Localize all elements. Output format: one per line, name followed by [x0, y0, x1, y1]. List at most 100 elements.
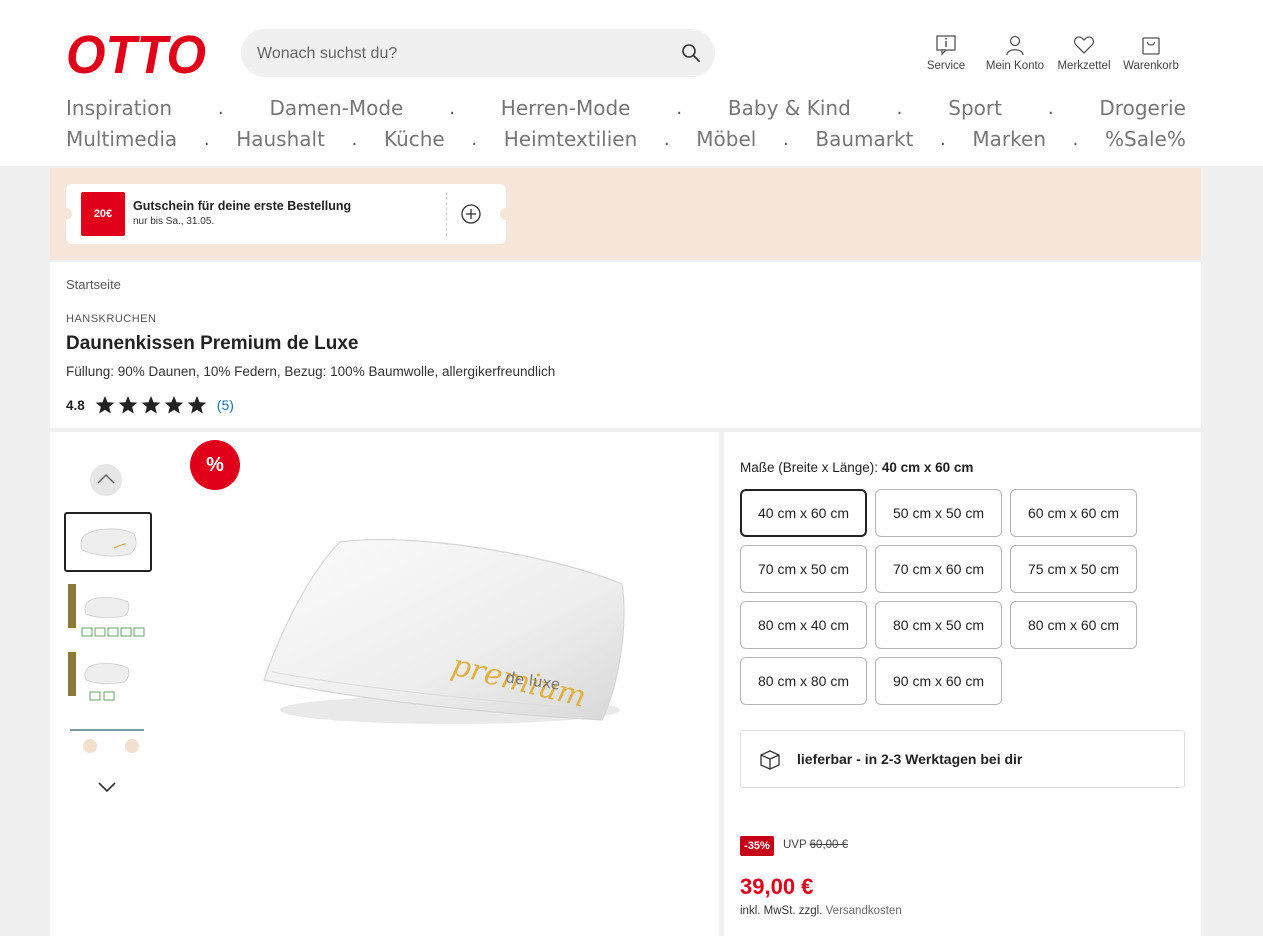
size-option[interactable]: 70 cm x 50 cm: [740, 545, 867, 593]
size-option[interactable]: 40 cm x 60 cm: [740, 489, 867, 537]
size-selector-label: Maße (Breite x Länge): 40 cm x 60 cm: [740, 460, 973, 475]
thumbnail-2[interactable]: [64, 584, 152, 644]
account-label: Mein Konto: [985, 60, 1045, 72]
thumbnail-4[interactable]: [64, 724, 152, 754]
main-nav-row-1: Inspiration . Damen-Mode . Herren-Mode .…: [66, 93, 1186, 123]
nav-separator: .: [663, 128, 670, 150]
voucher-card[interactable]: 20€ Gutschein für deine erste Bestellung…: [60, 184, 512, 244]
tax-info: inkl. MwSt. zzgl. Versandkosten: [740, 905, 902, 917]
nav-item-marken[interactable]: Marken: [972, 127, 1046, 151]
package-icon: [760, 750, 780, 770]
plus-circle-icon[interactable]: [461, 204, 481, 224]
size-option[interactable]: 80 cm x 40 cm: [740, 601, 867, 649]
voucher-validity: nur bis Sa., 31.05.: [133, 216, 215, 227]
voucher-banner: 20€ Gutschein für deine erste Bestellung…: [50, 168, 1201, 260]
delivery-text: lieferbar - in 2-3 Werktagen bei dir: [797, 751, 1023, 767]
pillow-main-image[interactable]: premium de luxe: [250, 532, 630, 732]
product-brand[interactable]: HANSKRUCHEN: [66, 313, 156, 325]
size-label-text: Maße (Breite x Länge):: [740, 460, 879, 475]
nav-item-haushalt[interactable]: Haushalt: [236, 127, 325, 151]
product-header: Startseite HANSKRUCHEN Daunenkissen Prem…: [50, 262, 1201, 428]
product-subtitle: Füllung: 90% Daunen, 10% Federn, Bezug: …: [66, 364, 556, 379]
buy-box: Maße (Breite x Länge): 40 cm x 60 cm 40 …: [724, 432, 1201, 936]
uvp-value: 60,00 €: [809, 839, 849, 851]
nav-item-heimtextilien[interactable]: Heimtextilien: [504, 127, 638, 151]
svg-text:OTTO: OTTO: [66, 28, 206, 78]
site-header: OTTO Service Mein Konto: [0, 0, 1263, 166]
thumbnail-3[interactable]: [64, 652, 152, 712]
nav-item-drogerie[interactable]: Drogerie: [1099, 96, 1186, 120]
star-icon: [187, 396, 207, 414]
search-icon[interactable]: [681, 43, 701, 63]
pillow-thumbnail-image: [80, 528, 137, 557]
wishlist-button[interactable]: Merkzettel: [1051, 34, 1117, 72]
breadcrumb-home[interactable]: Startseite: [66, 277, 121, 292]
current-price: 39,00 €: [740, 874, 814, 899]
nav-separator: .: [217, 97, 224, 119]
size-option[interactable]: 80 cm x 50 cm: [875, 601, 1002, 649]
voucher-amount-badge: 20€: [81, 192, 125, 236]
nav-item-sport[interactable]: Sport: [948, 96, 1002, 120]
pillow-info-thumbnail-image: [68, 584, 145, 637]
nav-item-damen-mode[interactable]: Damen-Mode: [270, 96, 404, 120]
size-option[interactable]: 75 cm x 50 cm: [1010, 545, 1137, 593]
wishlist-label: Merkzettel: [1057, 60, 1111, 72]
thumbnail-1[interactable]: [64, 512, 152, 572]
star-icon: [164, 396, 184, 414]
header-actions: Service Mein Konto Merkzettel Warenkorb: [920, 34, 1190, 74]
chevron-down-icon[interactable]: [96, 776, 118, 798]
main-nav-row-2: Multimedia . Haushalt . Küche . Heimtext…: [66, 124, 1186, 154]
nav-item-sale[interactable]: %Sale%: [1105, 127, 1186, 151]
nav-item-kueche[interactable]: Küche: [384, 127, 445, 151]
search-bar: [241, 29, 715, 77]
nav-separator: .: [940, 128, 946, 150]
nav-separator: .: [203, 128, 210, 150]
nav-item-baby-kind[interactable]: Baby & Kind: [728, 96, 851, 120]
product-gallery: % premium de luxe: [50, 432, 719, 936]
size-selected-value: 40 cm x 60 cm: [881, 460, 974, 475]
delivery-info: lieferbar - in 2-3 Werktagen bei dir: [740, 730, 1185, 788]
uvp-price: UVP 60,00 €: [783, 839, 848, 851]
account-button[interactable]: Mein Konto: [982, 34, 1048, 72]
nav-separator: .: [676, 97, 683, 119]
sale-badge: %: [190, 440, 240, 490]
rating-count-link[interactable]: (5): [217, 397, 234, 413]
voucher-title: Gutschein für deine erste Bestellung: [133, 199, 352, 213]
size-option[interactable]: 50 cm x 50 cm: [875, 489, 1002, 537]
shipping-costs-link[interactable]: Versandkosten: [826, 905, 902, 917]
account-icon: [1006, 35, 1024, 56]
nav-item-herren-mode[interactable]: Herren-Mode: [501, 96, 631, 120]
cart-label: Warenkorb: [1123, 60, 1179, 72]
size-option[interactable]: 80 cm x 80 cm: [740, 657, 867, 705]
nav-item-inspiration[interactable]: Inspiration: [66, 96, 172, 120]
rating-value: 4.8: [66, 397, 85, 413]
size-option[interactable]: 90 cm x 60 cm: [875, 657, 1002, 705]
size-option[interactable]: 60 cm x 60 cm: [1010, 489, 1137, 537]
product-rating[interactable]: 4.8 (5): [66, 394, 234, 416]
nav-separator: .: [1047, 97, 1054, 119]
search-input[interactable]: [257, 43, 657, 65]
otto-logo[interactable]: OTTO: [66, 28, 208, 78]
voucher-notch-right: [500, 208, 512, 220]
cart-button[interactable]: Warenkorb: [1118, 34, 1184, 72]
size-option[interactable]: 70 cm x 60 cm: [875, 545, 1002, 593]
nav-separator: .: [782, 128, 789, 150]
cart-icon: [1142, 37, 1160, 55]
nav-separator: .: [1072, 128, 1079, 150]
nav-item-multimedia[interactable]: Multimedia: [66, 127, 177, 151]
size-option[interactable]: 80 cm x 60 cm: [1010, 601, 1137, 649]
discount-badge: -35%: [740, 836, 774, 856]
nav-item-baumarkt[interactable]: Baumarkt: [815, 127, 913, 151]
heart-icon: [1073, 36, 1095, 54]
service-label: Service: [926, 60, 966, 72]
star-icon: [141, 396, 161, 414]
nav-item-moebel[interactable]: Möbel: [696, 127, 756, 151]
service-button[interactable]: Service: [913, 34, 979, 72]
chevron-up-icon: [97, 473, 115, 484]
thumbnail-scroll-up-button[interactable]: [90, 464, 122, 496]
voucher-divider: [446, 192, 447, 236]
service-icon: [936, 35, 956, 56]
uvp-label: UVP: [783, 839, 807, 851]
nav-separator: .: [449, 97, 455, 119]
sleep-position-thumbnail-image: [70, 729, 144, 753]
